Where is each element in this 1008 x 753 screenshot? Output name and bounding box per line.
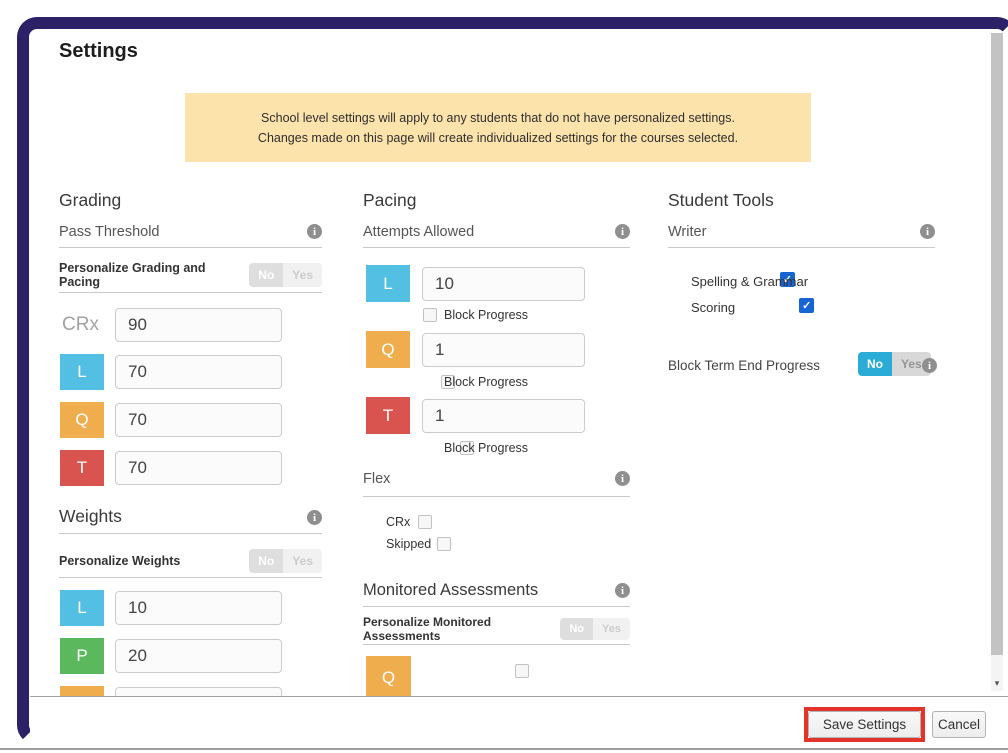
lesson-badge: L <box>366 265 410 302</box>
block-progress-label: Block Progress <box>444 441 528 455</box>
pass-threshold-quiz-input[interactable] <box>115 403 282 437</box>
crx-row-label: CRx <box>62 314 99 336</box>
pass-threshold-lesson-input[interactable] <box>115 355 282 389</box>
attempts-allowed-label: Attempts Allowed <box>363 224 474 240</box>
save-settings-button[interactable]: Save Settings <box>808 711 921 738</box>
monitored-assessments-header-row: Monitored Assessments i <box>363 581 630 607</box>
pass-threshold-crx-input[interactable] <box>115 308 282 342</box>
writer-label: Writer <box>668 224 706 240</box>
pass-threshold-test-input[interactable] <box>115 451 282 485</box>
spelling-grammar-label: Spelling & Grammar <box>691 274 808 289</box>
pass-threshold-row: Pass Threshold i <box>59 224 322 248</box>
info-icon[interactable]: i <box>615 224 630 239</box>
notice-line-2: Changes made on this page will create in… <box>258 128 738 148</box>
flex-skipped-checkbox[interactable] <box>437 537 451 551</box>
quiz-badge: Q <box>366 656 411 700</box>
info-icon[interactable]: i <box>615 471 630 486</box>
flex-crx-label: CRx <box>386 515 410 529</box>
info-icon[interactable]: i <box>920 224 935 239</box>
student-tools-header: Student Tools <box>668 190 774 211</box>
info-icon[interactable]: i <box>307 510 322 525</box>
lesson-badge: L <box>60 354 104 390</box>
block-term-end-label: Block Term End Progress <box>668 358 820 373</box>
writer-row: Writer i <box>668 224 935 248</box>
weight-project-input[interactable] <box>115 639 282 673</box>
personalize-grading-toggle[interactable]: No Yes <box>249 263 322 287</box>
scoring-label: Scoring <box>691 300 735 315</box>
page-bottom-divider <box>0 748 1008 750</box>
info-icon[interactable]: i <box>922 358 937 373</box>
personalize-grading-label: Personalize Grading and Pacing <box>59 261 249 289</box>
scrollbar-thumb[interactable] <box>991 33 1003 655</box>
notice-banner: School level settings will apply to any … <box>185 93 811 162</box>
settings-modal: Settings School level settings will appl… <box>0 0 1008 753</box>
weights-header: Weights <box>59 506 122 527</box>
toggle-no-option[interactable]: No <box>249 549 283 573</box>
attempts-test-input[interactable] <box>422 399 585 433</box>
attempts-allowed-row: Attempts Allowed i <box>363 224 630 248</box>
monitored-quiz-checkbox[interactable] <box>515 664 529 678</box>
pacing-header: Pacing <box>363 190 417 211</box>
toggle-yes-option[interactable]: Yes <box>593 618 630 640</box>
toggle-yes-option[interactable]: Yes <box>283 549 322 573</box>
flex-skipped-label: Skipped <box>386 537 431 551</box>
personalize-weights-label: Personalize Weights <box>59 554 180 568</box>
weights-header-row: Weights i <box>59 506 322 534</box>
info-icon[interactable]: i <box>615 583 630 598</box>
block-progress-checkbox[interactable] <box>423 308 437 322</box>
cancel-button[interactable]: Cancel <box>932 711 986 738</box>
project-badge: P <box>60 638 104 674</box>
toggle-yes-option[interactable]: Yes <box>283 263 322 287</box>
block-progress-label: Block Progress <box>444 375 528 389</box>
lesson-badge: L <box>60 590 104 626</box>
personalize-grading-row: Personalize Grading and Pacing No Yes <box>59 257 322 293</box>
page-title: Settings <box>59 40 138 63</box>
toggle-no-option[interactable]: No <box>560 618 593 640</box>
personalize-weights-toggle[interactable]: No Yes <box>249 549 322 573</box>
toggle-no-option[interactable]: No <box>858 352 892 376</box>
scrollbar-track[interactable]: ▾ <box>991 33 1003 691</box>
attempts-lesson-input[interactable] <box>422 267 585 301</box>
personalize-monitored-label: Personalize Monitored Assessments <box>363 615 560 643</box>
toggle-no-option[interactable]: No <box>249 263 283 287</box>
block-progress-label: Block Progress <box>444 308 528 322</box>
personalize-monitored-toggle[interactable]: No Yes <box>560 618 630 640</box>
personalize-monitored-row: Personalize Monitored Assessments No Yes <box>363 613 630 645</box>
notice-line-1: School level settings will apply to any … <box>261 108 735 128</box>
test-badge: T <box>366 397 410 434</box>
flex-label: Flex <box>363 471 390 487</box>
personalize-weights-row: Personalize Weights No Yes <box>59 544 322 578</box>
scrollbar-down-arrow-icon[interactable]: ▾ <box>991 678 1003 689</box>
attempts-quiz-input[interactable] <box>422 333 585 367</box>
info-icon[interactable]: i <box>307 224 322 239</box>
scoring-checkbox[interactable] <box>799 298 814 313</box>
save-button-highlight: Save Settings <box>804 707 925 742</box>
block-term-end-toggle[interactable]: No Yes <box>858 352 931 376</box>
flex-crx-checkbox[interactable] <box>418 515 432 529</box>
test-badge: T <box>60 450 104 486</box>
quiz-badge: Q <box>60 402 104 438</box>
flex-row: Flex i <box>363 471 630 497</box>
monitored-assessments-header: Monitored Assessments <box>363 581 538 600</box>
quiz-badge: Q <box>366 331 410 368</box>
weight-lesson-input[interactable] <box>115 591 282 625</box>
pass-threshold-label: Pass Threshold <box>59 224 159 240</box>
grading-header: Grading <box>59 190 121 211</box>
